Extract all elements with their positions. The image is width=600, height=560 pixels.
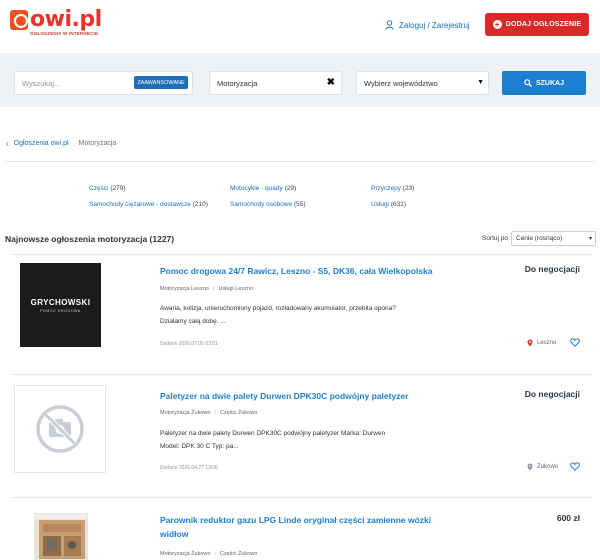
caret-down-icon: ▾	[588, 236, 592, 242]
separator-icon: /	[212, 286, 215, 292]
search-icon	[524, 79, 532, 87]
category-value: Motoryzacja	[217, 79, 258, 88]
sort-label: Sortuj po	[482, 235, 509, 242]
ad-thumbnail[interactable]	[14, 385, 106, 473]
ad-category-link[interactable]: Części Żukowo	[220, 410, 257, 416]
category-select[interactable]: Motoryzacja ✖	[209, 71, 342, 95]
ad-description: Awaria, kolizja, unieruchomiony pojazd, …	[160, 305, 396, 325]
subcategory-count: (55)	[293, 201, 306, 208]
sort-value: Cenie (rosnąco)	[516, 235, 563, 242]
breadcrumb-current: Motoryzacja	[78, 140, 117, 147]
subcategory-label: Przyczepy	[371, 185, 401, 192]
breadcrumb-home[interactable]: Ogłoszenia owi.pl	[14, 140, 69, 147]
separator-icon: /	[214, 551, 216, 557]
thumbnail-brand: GRYCHOWSKI	[30, 297, 91, 307]
subcategory-link[interactable]: Przyczepy (23)	[371, 185, 414, 192]
ad-categories: Motoryzacja Żukowo / Części Żukowo	[160, 410, 257, 416]
ad-thumbnail[interactable]	[34, 513, 88, 560]
divider	[10, 497, 592, 498]
caret-down-icon: ▼	[477, 79, 484, 86]
subcategory-label: Motocykle - quady	[230, 185, 283, 192]
ad-category-link[interactable]: Części Żukowo	[220, 551, 257, 557]
ad-category-link[interactable]: Motoryzacja Leszno	[160, 286, 209, 292]
product-photo	[35, 514, 87, 559]
map-pin-icon	[527, 463, 533, 471]
divider	[10, 374, 592, 375]
subcategory-count: (29)	[284, 185, 297, 192]
search-placeholder: Wyszukaj...	[22, 79, 61, 88]
ad-categories: Motoryzacja Żukowo / Części Żukowo	[160, 551, 257, 557]
divider	[5, 161, 595, 162]
ad-location-label: Żukowo	[537, 464, 559, 470]
ad-title[interactable]: Parownik reduktor gazu LPG Linde orygina…	[160, 513, 440, 541]
subcategory-link[interactable]: Części (279)	[89, 185, 126, 192]
subcategory-count: (279)	[110, 185, 126, 192]
subcategory-link[interactable]: Samochody osobowe (55)	[230, 201, 306, 208]
plus-icon: +	[492, 20, 502, 29]
ad-category-link[interactable]: Motoryzacja Żukowo	[160, 410, 210, 416]
ad-description: Paletyzer na dwie palety Durwen DPK30C p…	[160, 430, 386, 450]
breadcrumb: ‹ Ogłoszenia owi.pl Motoryzacja	[6, 139, 116, 148]
logo-mark-icon	[10, 10, 28, 30]
sort-select[interactable]: Cenie (rosnąco) ▾	[511, 231, 596, 246]
advanced-search-button[interactable]: ZAAWANSOWANE	[134, 76, 188, 89]
login-link[interactable]: Zaloguj / Zarejestruj	[385, 20, 470, 30]
clear-icon[interactable]: ✖	[327, 77, 335, 88]
ad-location-label: Leszno	[537, 340, 557, 346]
logo-tagline: OGŁOSZENIA W INTERNECIE	[30, 31, 99, 36]
ad-categories: Motoryzacja Leszno / Usługi Leszno	[160, 286, 253, 292]
add-listing-button[interactable]: + DODAJ OGŁOSZENIE	[485, 13, 589, 36]
separator-icon: /	[214, 410, 216, 416]
region-select[interactable]: Wybierz województwo ▼	[356, 71, 489, 95]
heart-icon[interactable]	[570, 462, 580, 471]
search-button[interactable]: SZUKAJ	[502, 71, 586, 95]
ad-price: Do negocjacji	[524, 264, 580, 274]
ad-location: Żukowo	[527, 463, 558, 471]
subcategory-label: Samochody ciężarowe - dostawcze	[89, 201, 191, 208]
heart-icon[interactable]	[570, 338, 580, 347]
subcategory-label: Samochody osobowe	[230, 201, 293, 208]
ad-date: Dodano 2026.04.27 13:06	[160, 465, 218, 471]
ad-thumbnail[interactable]: GRYCHOWSKI POMOC DROGOWA	[20, 263, 101, 347]
ad-location: Leszno	[527, 339, 556, 347]
subcategory-count: (23)	[402, 185, 415, 192]
subcategory-label: Usługi	[371, 201, 390, 208]
subcategory-count: (210)	[192, 201, 208, 208]
chevron-left-icon: ‹	[6, 139, 9, 148]
ad-date: Dodano 2026.07.05 03:01	[160, 341, 218, 347]
site-header: owi.pl OGŁOSZENIA W INTERNECIE Zaloguj /…	[0, 0, 600, 53]
ad-category-link[interactable]: Usługi Leszno	[218, 286, 253, 292]
region-value: Wybierz województwo	[364, 79, 438, 88]
ad-title[interactable]: Pomoc drogowa 24/7 Rawicz, Leszno - S5, …	[160, 264, 440, 278]
login-label: Zaloguj / Zarejestruj	[399, 20, 470, 30]
search-button-label: SZUKAJ	[535, 79, 564, 87]
subcategory-label: Części	[89, 185, 109, 192]
ad-price: Do negocjacji	[524, 389, 580, 399]
ad-category-link[interactable]: Motoryzacja Żukowo	[160, 551, 210, 557]
subcategory-count: (631)	[390, 201, 407, 208]
subcategory-link[interactable]: Motocykle - quady (29)	[230, 185, 296, 192]
add-listing-label: DODAJ OGŁOSZENIE	[505, 21, 582, 28]
site-logo[interactable]: owi.pl OGŁOSZENIA W INTERNECIE	[10, 7, 102, 36]
ad-price: 600 zł	[556, 513, 580, 523]
logo-name: owi.pl	[30, 7, 102, 32]
subcategory-link[interactable]: Usługi (631)	[371, 201, 406, 208]
no-photo-icon	[36, 405, 84, 453]
listing-title: Najnowsze ogłoszenia motoryzacja (1227)	[5, 234, 175, 244]
user-icon	[385, 20, 394, 30]
ad-title[interactable]: Paletyzer na dwie palety Durwen DPK30C p…	[160, 389, 440, 403]
thumbnail-subtitle: POMOC DROGOWA	[40, 308, 81, 313]
divider	[10, 254, 592, 255]
map-pin-icon	[527, 339, 533, 347]
subcategory-link[interactable]: Samochody ciężarowe - dostawcze (210)	[89, 201, 208, 208]
